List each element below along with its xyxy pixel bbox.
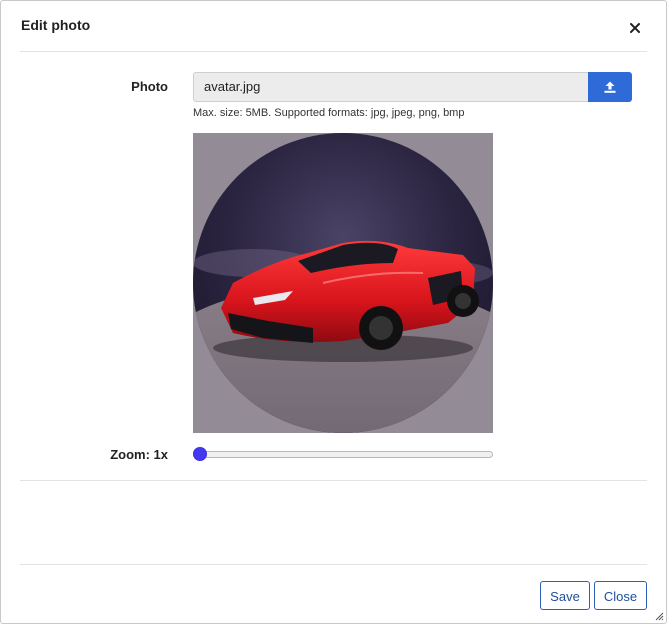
photo-label: Photo (131, 79, 168, 94)
upload-icon (604, 81, 616, 93)
photo-preview[interactable] (193, 133, 493, 433)
dialog-header: Edit photo (20, 1, 647, 52)
dialog-title: Edit photo (21, 17, 91, 33)
upload-hint: Max. size: 5MB. Supported formats: jpg, … (193, 107, 465, 119)
file-name-field[interactable]: avatar.jpg (193, 72, 588, 102)
edit-photo-dialog: Edit photo Photo avatar.jpg Max. size: 5… (0, 0, 667, 624)
footer-divider (20, 564, 647, 565)
zoom-slider-thumb[interactable] (193, 447, 207, 461)
upload-button[interactable] (588, 72, 632, 102)
divider (20, 480, 647, 481)
save-button[interactable]: Save (540, 581, 590, 610)
zoom-slider[interactable] (193, 447, 493, 463)
zoom-slider-track[interactable] (193, 451, 493, 458)
close-button[interactable]: Close (594, 581, 647, 610)
zoom-label: Zoom: 1x (110, 447, 168, 462)
resize-grip-icon[interactable] (654, 611, 664, 621)
close-icon[interactable] (628, 21, 642, 35)
car-photo-image (193, 133, 493, 433)
